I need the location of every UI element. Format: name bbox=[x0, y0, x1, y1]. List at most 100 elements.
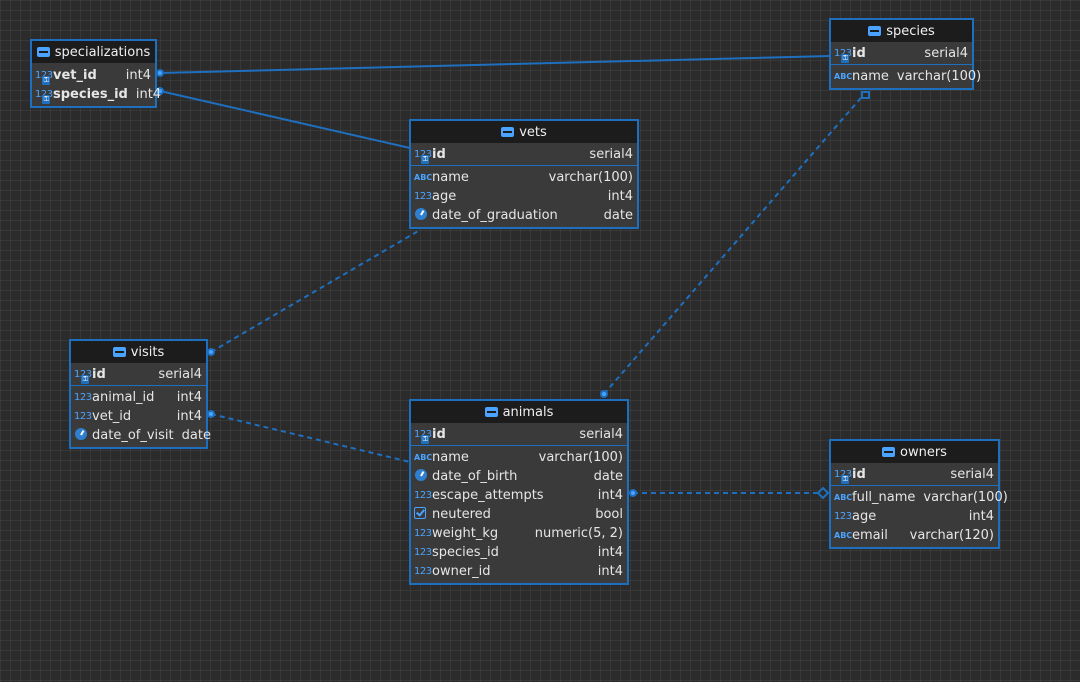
table-title: owners bbox=[900, 444, 947, 460]
column-type: int4 bbox=[597, 488, 623, 503]
column-type: serial4 bbox=[924, 45, 968, 61]
column-name: species_id bbox=[53, 87, 128, 102]
column-type: int4 bbox=[597, 564, 623, 579]
link-endpoint bbox=[207, 410, 215, 418]
text-icon: ABC bbox=[414, 453, 433, 462]
link-visits-animals bbox=[210, 413, 411, 463]
column-row[interactable]: 123 animal_id int4 bbox=[71, 388, 206, 407]
column-name: full_name bbox=[852, 490, 916, 505]
column-row[interactable]: neutered bool bbox=[411, 505, 627, 524]
numeric-key-icon: 123⚿ bbox=[834, 469, 852, 484]
primary-key-row[interactable]: 123⚿ id serial4 bbox=[831, 463, 998, 486]
column-name: id bbox=[432, 426, 446, 442]
table-species[interactable]: species 123⚿ id serial4 ABC name varchar… bbox=[829, 18, 981, 90]
column-row[interactable]: 123 age int4 bbox=[831, 507, 998, 526]
table-owners[interactable]: owners 123⚿ id serial4 ABC full_name var… bbox=[829, 439, 1008, 549]
table-icon bbox=[484, 407, 498, 417]
column-row[interactable]: 123 escape_attempts int4 bbox=[411, 486, 627, 505]
link-specializations-vets bbox=[159, 90, 411, 149]
table-visits[interactable]: visits 123⚿ id serial4 123 animal_id int… bbox=[69, 339, 211, 449]
column-type: varchar(100) bbox=[923, 490, 1008, 505]
column-type: date bbox=[603, 208, 633, 223]
column-name: name bbox=[432, 450, 469, 465]
column-row[interactable]: ABC name varchar(100) bbox=[831, 67, 981, 86]
column-row[interactable]: date_of_graduation date bbox=[411, 206, 637, 225]
table-icon bbox=[36, 47, 50, 57]
column-type: varchar(100) bbox=[896, 69, 982, 84]
text-icon: ABC bbox=[834, 493, 853, 502]
primary-key-row[interactable]: 123⚿ id serial4 bbox=[831, 42, 972, 65]
table-vets[interactable]: vets 123⚿ id serial4 ABC name varchar(10… bbox=[409, 119, 639, 229]
text-icon: ABC bbox=[834, 531, 853, 540]
column-name: age bbox=[432, 189, 457, 204]
column-name: neutered bbox=[432, 507, 491, 522]
primary-key-row[interactable]: 123⚿ id serial4 bbox=[411, 423, 627, 446]
column-type: int4 bbox=[607, 189, 633, 204]
column-type: varchar(100) bbox=[538, 450, 623, 465]
column-name: weight_kg bbox=[432, 526, 499, 541]
table-title: visits bbox=[130, 344, 165, 360]
column-row[interactable]: ABC full_name varchar(100) bbox=[831, 488, 1008, 507]
link-animals-species bbox=[603, 91, 867, 395]
table-title: animals bbox=[502, 404, 554, 420]
column-row[interactable]: 123 vet_id int4 bbox=[71, 407, 206, 426]
table-title: vets bbox=[519, 124, 547, 140]
table-header: owners bbox=[831, 441, 998, 463]
column-row[interactable]: 123⚿ species_id int4 bbox=[32, 85, 161, 104]
column-name: name bbox=[432, 170, 469, 185]
column-name: animal_id bbox=[92, 390, 155, 405]
numeric-key-icon: 123⚿ bbox=[35, 70, 53, 85]
checkbox-icon bbox=[414, 507, 432, 522]
numeric-icon: 123 bbox=[414, 191, 432, 202]
link-specializations-species bbox=[159, 55, 831, 74]
column-type: date bbox=[593, 469, 623, 484]
table-header: specializations bbox=[32, 41, 155, 63]
column-row[interactable]: ABC email varchar(120) bbox=[831, 526, 998, 545]
column-name: vet_id bbox=[92, 409, 132, 424]
column-name: date_of_visit bbox=[92, 428, 174, 443]
primary-key-row[interactable]: 123⚿ id serial4 bbox=[411, 143, 637, 166]
column-row[interactable]: 123⚿ vet_id int4 bbox=[32, 66, 155, 85]
table-icon bbox=[112, 347, 126, 357]
column-type: numeric(5, 2) bbox=[534, 526, 623, 541]
numeric-key-icon: 123⚿ bbox=[414, 429, 432, 444]
column-name: date_of_birth bbox=[432, 469, 518, 484]
column-type: int4 bbox=[125, 68, 151, 83]
clock-icon bbox=[74, 428, 92, 443]
link-endpoint bbox=[207, 348, 215, 356]
column-row[interactable]: 123 age int4 bbox=[411, 187, 637, 206]
column-row[interactable]: 123 owner_id int4 bbox=[411, 562, 627, 581]
clock-icon bbox=[414, 469, 432, 484]
link-diamond-end bbox=[816, 486, 830, 500]
table-animals[interactable]: animals 123⚿ id serial4 ABC name varchar… bbox=[409, 399, 629, 585]
column-name: date_of_graduation bbox=[432, 208, 558, 223]
column-type: int4 bbox=[135, 87, 162, 102]
primary-key-row[interactable]: 123⚿ id serial4 bbox=[71, 363, 206, 386]
column-type: varchar(120) bbox=[909, 528, 994, 543]
column-type: bool bbox=[595, 507, 623, 522]
numeric-icon: 123 bbox=[834, 511, 852, 522]
column-name: id bbox=[92, 366, 106, 382]
numeric-icon: 123 bbox=[414, 547, 432, 558]
text-icon: ABC bbox=[414, 173, 433, 182]
column-name: owner_id bbox=[432, 564, 491, 579]
table-title: specializations bbox=[54, 44, 151, 60]
table-specializations[interactable]: specializations 123⚿ vet_id int4 123⚿ sp… bbox=[30, 39, 161, 108]
link-endpoint bbox=[156, 69, 164, 77]
column-row[interactable]: ABC name varchar(100) bbox=[411, 448, 627, 467]
column-row[interactable]: 123 species_id int4 bbox=[411, 543, 627, 562]
table-title: species bbox=[886, 23, 935, 39]
table-header: species bbox=[831, 20, 972, 42]
numeric-key-icon: 123⚿ bbox=[74, 369, 92, 384]
column-name: age bbox=[852, 509, 877, 524]
column-row[interactable]: 123 weight_kg numeric(5, 2) bbox=[411, 524, 627, 543]
column-name: email bbox=[852, 528, 888, 543]
column-row[interactable]: date_of_birth date bbox=[411, 467, 627, 486]
column-row[interactable]: date_of_visit date bbox=[71, 426, 211, 445]
link-visits-vets bbox=[210, 229, 421, 353]
link-endpoint bbox=[600, 390, 608, 398]
numeric-icon: 123 bbox=[74, 392, 92, 403]
numeric-icon: 123 bbox=[414, 528, 432, 539]
column-type: varchar(100) bbox=[548, 170, 633, 185]
column-row[interactable]: ABC name varchar(100) bbox=[411, 168, 637, 187]
